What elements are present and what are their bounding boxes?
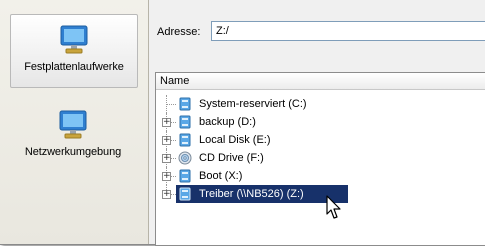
drive-tree: Name System-reserviert (C:) + backup (D:… (155, 72, 485, 246)
address-input[interactable] (211, 21, 485, 41)
tree-item-label: backup (D:) (199, 116, 256, 128)
address-label: Adresse: (157, 26, 201, 38)
tree-item[interactable]: + Local Disk (E:) (156, 131, 485, 149)
column-header-name[interactable]: Name (156, 73, 485, 90)
dialog-window: Festplattenlaufwerke Netzwerkumgebung Ad… (0, 0, 485, 246)
tree-item-label: Boot (X:) (199, 170, 243, 182)
drive-icon (179, 187, 191, 201)
drive-icon (179, 115, 191, 129)
tree-item-label: Treiber (\\NB526) (Z:) (199, 188, 304, 200)
sidebar-item-label: Netzwerkumgebung (24, 146, 122, 158)
tree-item[interactable]: System-reserviert (C:) (156, 95, 485, 113)
tree-item-selected[interactable]: + Treiber (\\NB526) (Z:) (156, 185, 485, 203)
sidebar-item-festplattenlaufwerke[interactable]: Festplattenlaufwerke (10, 14, 138, 88)
cd-drive-icon (178, 151, 192, 165)
tree-item[interactable]: + CD Drive (F:) (156, 149, 485, 167)
expand-icon[interactable]: + (162, 136, 171, 145)
monitor-icon (60, 25, 88, 54)
expand-icon[interactable]: + (162, 190, 171, 199)
tree-item-label: System-reserviert (C:) (199, 98, 307, 110)
expand-icon[interactable]: + (162, 118, 171, 127)
main-pane: Adresse: Name System-reserviert (C:) + (149, 0, 485, 246)
drive-icon (179, 133, 191, 147)
location-sidebar: Festplattenlaufwerke Netzwerkumgebung (0, 0, 149, 244)
tree-item-label: CD Drive (F:) (199, 152, 264, 164)
tree-item-label: Local Disk (E:) (199, 134, 271, 146)
tree-connector (166, 104, 176, 105)
drive-icon (179, 97, 191, 111)
expand-icon[interactable]: + (162, 172, 171, 181)
sidebar-item-netzwerkumgebung[interactable]: Netzwerkumgebung (10, 100, 136, 172)
tree-item[interactable]: + backup (D:) (156, 113, 485, 131)
tree-item[interactable]: + Boot (X:) (156, 167, 485, 185)
mouse-pointer-icon (326, 195, 341, 219)
drive-icon (179, 169, 191, 183)
sidebar-item-label: Festplattenlaufwerke (24, 61, 124, 73)
expand-icon[interactable]: + (162, 154, 171, 163)
monitor-icon (59, 110, 87, 139)
